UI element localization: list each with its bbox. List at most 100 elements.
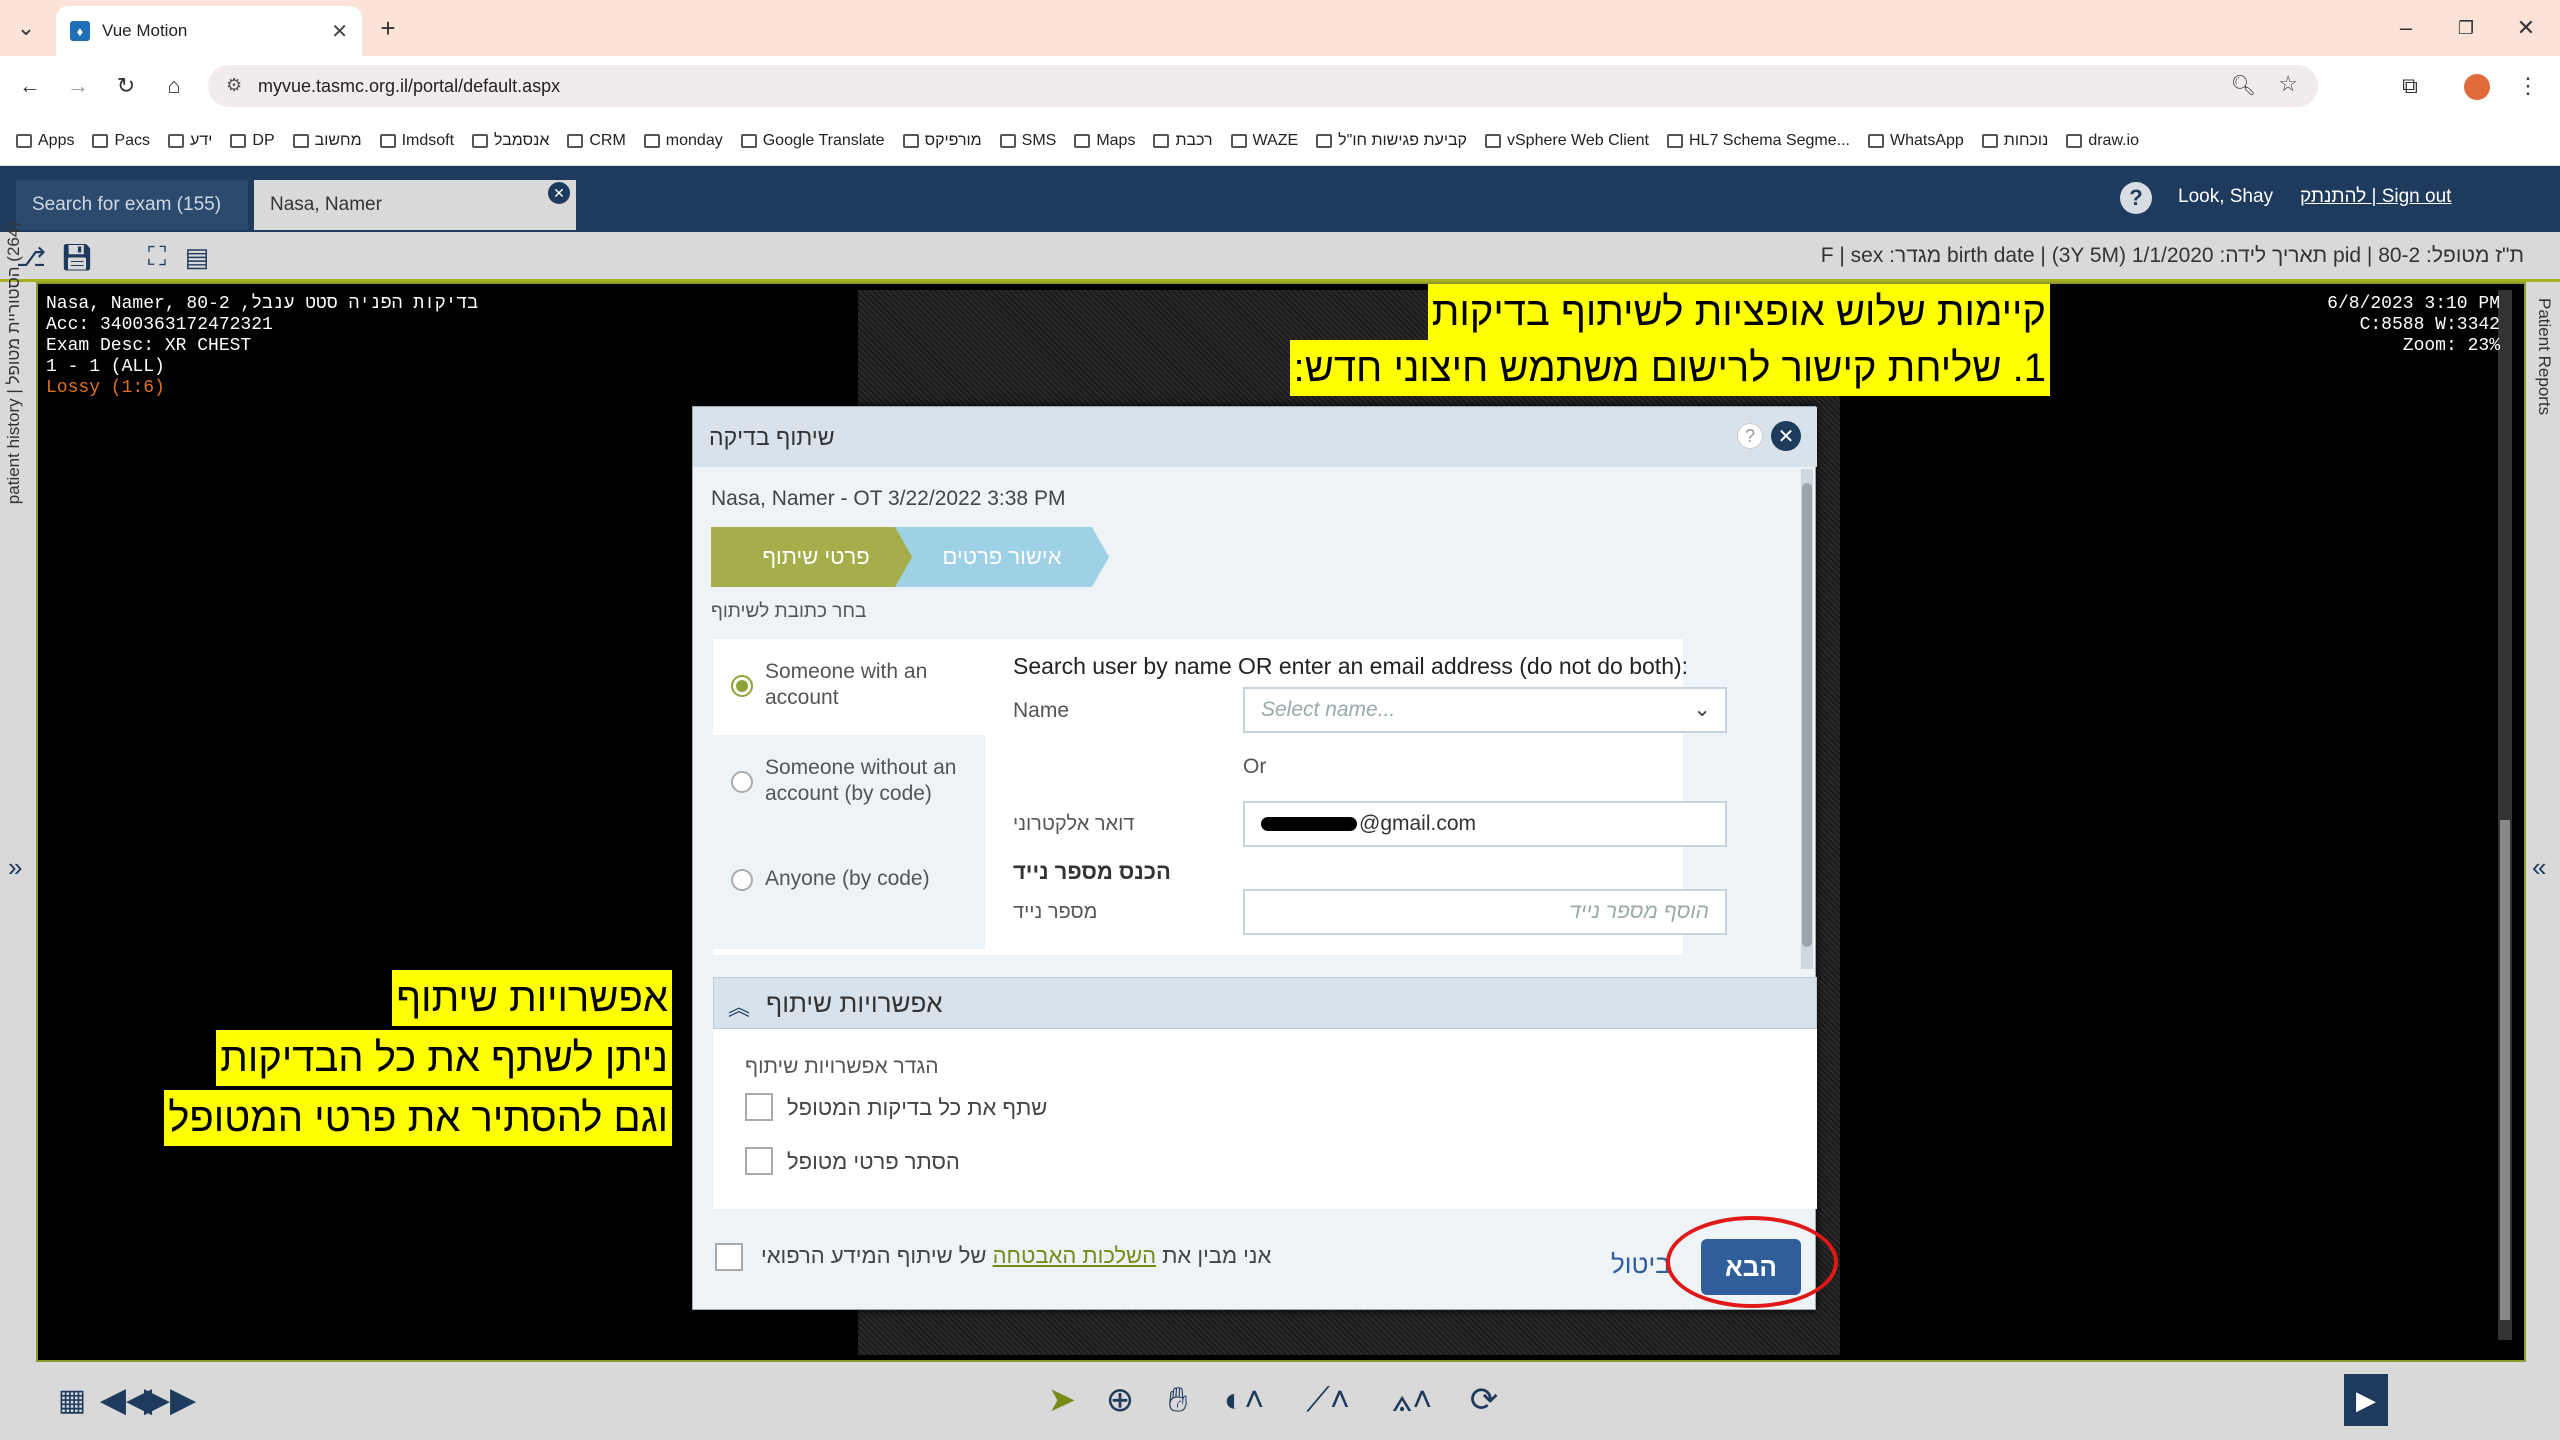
bookmark-item[interactable]: אנסמבל [472,132,549,150]
address-bar[interactable]: ⚙ myvue.tasmc.org.il/portal/default.aspx… [208,65,2318,107]
chevron-down-icon: ⌄ [1693,698,1711,721]
reload-icon[interactable]: ↻ [110,70,142,102]
bookmark-item[interactable]: SMS [999,132,1056,150]
dialog-scrollbar[interactable] [1801,469,1813,969]
grid-layout-icon[interactable]: ▦ [52,1380,92,1420]
tab-search-chevron-icon[interactable]: ⌄ [10,12,42,44]
phone-input[interactable]: הוסף מספר נייד [1243,889,1727,935]
save-icon[interactable]: 💾︎ [60,240,94,274]
step-share-details-label: פרטי שיתוף [762,544,870,569]
bookmark-item[interactable]: Google Translate [740,132,885,150]
profile-avatar[interactable] [2464,74,2490,100]
radio-without-account[interactable] [731,771,753,793]
bookmark-item[interactable]: draw.io [2066,132,2139,150]
bookmark-item[interactable]: Pacs [92,132,150,150]
agree-pre: אני מבין את [1162,1243,1272,1268]
bookmark-item[interactable]: רכבת [1153,132,1213,150]
help-icon[interactable]: ? [2120,182,2152,214]
bookmark-item[interactable]: DP [230,132,275,150]
viewer-scrollbar[interactable] [2498,290,2512,1340]
dialog-scrollbar-thumb[interactable] [1802,483,1812,947]
agree-checkbox[interactable] [715,1243,743,1271]
bookmark-label: ידע [190,131,213,149]
expand-left-icon[interactable]: » [8,852,22,883]
reset-icon[interactable]: ⟳ [1462,1380,1506,1420]
cancel-button[interactable]: ביטול [1611,1249,1671,1280]
option-with-account[interactable]: Someone with an account [713,639,985,735]
home-icon[interactable]: ⌂ [158,70,190,102]
minimize-icon[interactable]: – [2390,12,2422,44]
fit-screen-icon[interactable]: ⛶ [140,240,174,274]
site-info-icon[interactable]: ⚙ [226,75,242,96]
browser-tab[interactable]: ♦ Vue Motion ✕ [56,6,362,56]
email-input[interactable]: @gmail.com [1243,801,1727,847]
next-icon[interactable]: ▶▶ [144,1380,196,1420]
bottom-toolbar: ▦ ◀◀ ▶▶ ➤ ⊕ ✋︎ ◐˄ ⟋˄ ⟑˄ ⟳ ▶ [0,1362,2560,1440]
play-icon[interactable]: ▶ [2344,1374,2388,1426]
overlay-datetime: 6/8/2023 3:10 PM [2327,294,2500,314]
patient-history-strip[interactable]: (264) הסטוריית מטופל | patient history » [0,222,36,1362]
close-window-icon[interactable]: ✕ [2510,12,2542,44]
bookmark-label: CRM [589,131,626,149]
option-without-account[interactable]: Someone without an account (by code) [713,735,985,831]
pointer-icon[interactable]: ➤ [1040,1380,1084,1420]
option-anyone[interactable]: Anyone (by code) [713,833,985,929]
bookmark-label: אנסמבל [494,131,550,149]
choose-address-label: בחר כתובת לשיתוף [711,601,867,622]
collapse-icon[interactable]: ︽ [728,990,750,1022]
contrast-icon[interactable]: ◐˄ [1214,1380,1274,1420]
bookmark-item[interactable]: WhatsApp [1867,132,1964,150]
radio-anyone[interactable] [731,869,753,891]
zoom-icon[interactable]: 🔍︎ [2231,73,2256,98]
patient-reports-strip[interactable]: Patient Reports « [2526,282,2560,1362]
signout-link[interactable]: להתנתק | Sign out [2300,186,2451,208]
browser-menu-icon[interactable]: ⋮ [2516,70,2540,102]
hide-details-checkbox[interactable] [745,1147,773,1175]
close-patient-tab-icon[interactable]: ✕ [548,182,570,204]
bookmark-item[interactable]: HL7 Schema Segme... [1667,132,1850,150]
extensions-icon[interactable]: ⧉ [2394,70,2426,102]
radio-with-account[interactable] [731,675,753,697]
user-name: Look, Shay [2178,186,2274,207]
share-options-body: הגדר אפשרויות שיתוף שתף את כל בדיקות המט… [713,1029,1817,1209]
bookmark-item[interactable]: CRM [567,131,626,150]
name-label: Name [1013,699,1070,722]
step-share-details[interactable]: פרטי שיתוף [711,527,921,587]
bookmark-item[interactable]: ידע [168,132,212,150]
bookmark-item[interactable]: Apps [16,132,74,150]
tab-search-exam[interactable]: Search for exam (155) [16,180,248,230]
back-icon[interactable]: ← [14,70,46,102]
bookmark-item[interactable]: monday [643,132,723,150]
dialog-help-icon[interactable]: ? [1737,423,1763,449]
restore-icon[interactable]: ❐ [2450,12,2482,44]
viewer-scrollbar-thumb[interactable] [2500,820,2510,1320]
expand-right-icon[interactable]: « [2532,852,2546,883]
previous-icon[interactable]: ◀◀ [100,1380,152,1420]
bookmark-item[interactable]: מורפיקס [902,132,982,150]
agree-text: אני מבין את השלכות האבטחה של שיתוף המידע… [761,1243,1271,1269]
bookmark-item[interactable]: קביעת פגישות חו"ל [1316,132,1467,150]
close-tab-icon[interactable]: ✕ [331,19,348,44]
bookmark-item[interactable]: מחשוב [292,132,362,150]
zoom-tool-icon[interactable]: ⊕ [1098,1380,1142,1420]
bookmark-item[interactable]: WAZE [1230,132,1298,150]
new-tab-icon[interactable]: + [372,12,404,44]
angle-icon[interactable]: ⟑˄ [1382,1380,1442,1420]
share-options-header[interactable]: ︽ אפשרויות שיתוף [713,977,1817,1029]
measure-icon[interactable]: ⟋˄ [1298,1380,1358,1420]
security-implications-link[interactable]: השלכות האבטחה [993,1243,1157,1268]
bookmark-item[interactable]: vSphere Web Client [1485,132,1649,150]
bookmark-item[interactable]: Imdsoft [379,132,454,150]
pan-icon[interactable]: ✋︎ [1156,1380,1200,1420]
bookmark-star-icon[interactable]: ☆ [2278,71,2298,97]
tab-patient[interactable]: Nasa, Namer ✕ [254,180,576,230]
share-all-checkbox[interactable] [745,1093,773,1121]
share-options-title: אפשרויות שיתוף [766,988,943,1018]
bookmark-item[interactable]: Maps [1074,132,1135,150]
step-confirm-details[interactable]: אישור פרטים [895,527,1109,587]
dialog-close-icon[interactable]: ✕ [1771,421,1801,451]
forward-icon[interactable]: → [62,70,94,102]
name-select[interactable]: Select name... ⌄ [1243,687,1727,733]
layout-icon[interactable]: ▤ [180,240,214,274]
bookmark-item[interactable]: נוכחות [1981,132,2048,150]
